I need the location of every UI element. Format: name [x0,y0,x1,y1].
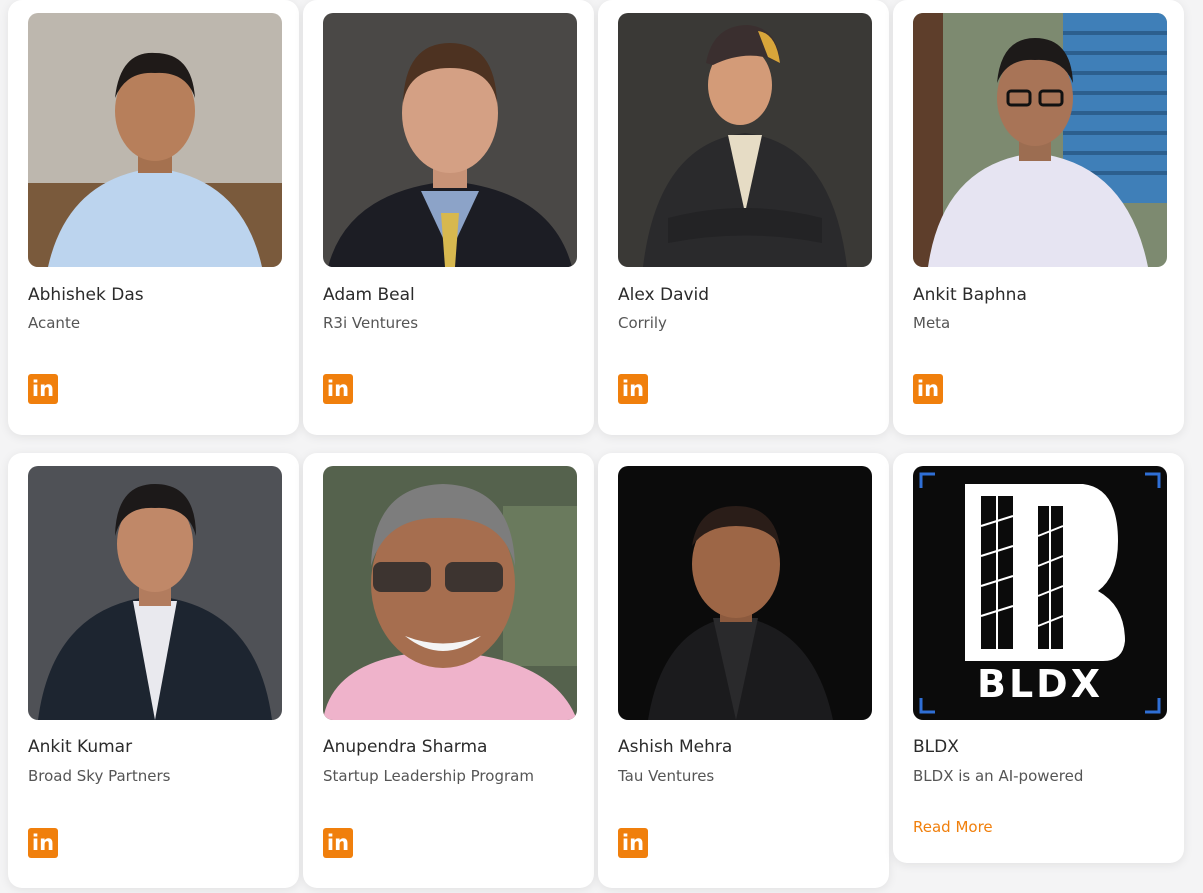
company-description: BLDX is an AI-powered [913,767,1084,785]
speaker-card: Anupendra Sharma Startup Leadership Prog… [303,453,594,888]
speaker-company: Startup Leadership Program [323,767,534,785]
speaker-name: Alex David [618,285,710,305]
linkedin-icon[interactable]: in [323,828,353,858]
speaker-company: Meta [913,314,951,332]
speaker-name: Ankit Baphna [913,285,1027,305]
speaker-name: Abhishek Das [28,285,144,305]
company-name: BLDX [913,737,959,757]
linkedin-icon[interactable]: in [28,374,58,404]
speaker-card: Ashish Mehra Tau Ventures in [598,453,889,888]
speaker-photo [913,13,1167,267]
speaker-company: R3i Ventures [323,314,419,332]
company-card: BLDX BLDX BLDX is an AI-powered Read Mor… [893,453,1184,863]
speaker-photo [323,466,577,720]
speaker-photo [618,466,872,720]
linkedin-icon[interactable]: in [618,374,648,404]
speaker-company: Tau Ventures [618,767,715,785]
speaker-name: Ankit Kumar [28,737,133,757]
linkedin-icon[interactable]: in [913,374,943,404]
speaker-photo [323,13,577,267]
speaker-card: Ankit Baphna Meta in [893,0,1184,435]
speaker-card: Abhishek Das Acante in [8,0,299,435]
speaker-company: Acante [28,314,81,332]
speaker-photo [618,13,872,267]
speaker-name: Anupendra Sharma [323,737,488,757]
speaker-photo [28,466,282,720]
speaker-card: Adam Beal R3i Ventures in [303,0,594,435]
read-more-link[interactable]: Read More [913,818,993,836]
speaker-card: Ankit Kumar Broad Sky Partners in [8,453,299,888]
bldx-logo-text: BLDX [976,662,1104,706]
company-logo: BLDX [913,466,1167,720]
speaker-company: Broad Sky Partners [28,767,171,785]
speaker-name: Ashish Mehra [618,737,733,757]
speaker-card: Alex David Corrily in [598,0,889,435]
linkedin-icon[interactable]: in [28,828,58,858]
linkedin-icon[interactable]: in [323,374,353,404]
speaker-company: Corrily [618,314,667,332]
speaker-photo [28,13,282,267]
speaker-name: Adam Beal [323,285,415,305]
linkedin-icon[interactable]: in [618,828,648,858]
